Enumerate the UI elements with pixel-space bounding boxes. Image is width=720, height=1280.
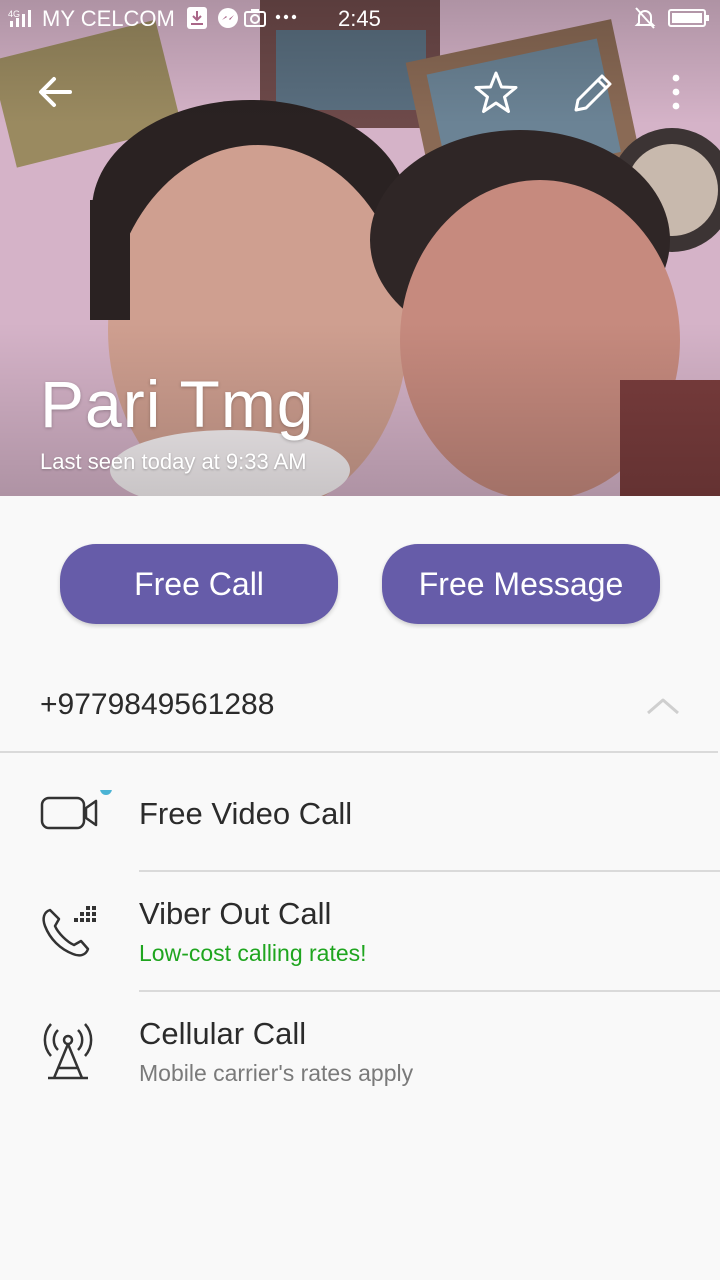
download-icon <box>186 6 208 36</box>
video-camera-icon <box>40 783 112 843</box>
star-icon <box>474 71 518 113</box>
contact-name: Pari Tmg <box>40 367 315 441</box>
silent-bell-icon <box>634 6 656 36</box>
status-bar: 4G MY CELCOM 2:45 <box>0 0 720 38</box>
edit-contact-button[interactable] <box>568 70 616 121</box>
viber-out-phone-icon <box>40 904 100 965</box>
option-subtitle: Low-cost calling rates! <box>139 940 367 966</box>
camera-icon <box>244 6 266 34</box>
cellular-call-option[interactable]: Cellular Call Mobile carrier's rates app… <box>0 992 720 1110</box>
cell-tower-icon <box>40 1022 100 1087</box>
free-call-button[interactable]: Free Call <box>60 544 338 624</box>
back-button[interactable] <box>36 70 76 119</box>
new-badge-dot <box>100 783 112 795</box>
network-type: 4G <box>8 9 20 19</box>
viber-out-call-option[interactable]: Viber Out Call Low-cost calling rates! <box>0 872 720 990</box>
overflow-menu-icon <box>672 74 680 110</box>
more-dots-icon <box>274 6 298 34</box>
free-message-button[interactable]: Free Message <box>382 544 660 624</box>
last-seen-status: Last seen today at 9:33 AM <box>40 449 307 474</box>
battery-icon <box>668 6 710 36</box>
pencil-icon <box>574 74 612 112</box>
overflow-menu-button[interactable] <box>664 70 688 119</box>
phone-number: +9779849561288 <box>40 688 275 721</box>
option-title: Cellular Call <box>139 1016 307 1051</box>
option-title: Viber Out Call <box>139 896 332 931</box>
free-video-call-option[interactable]: Free Video Call <box>0 752 720 870</box>
signal-icon: 4G <box>8 8 38 34</box>
carrier-name: MY CELCOM <box>42 6 175 31</box>
phone-number-row[interactable]: +9779849561288 <box>0 660 720 750</box>
option-title: Free Video Call <box>139 796 353 831</box>
chevron-up-icon[interactable] <box>646 696 680 721</box>
favorite-button[interactable] <box>472 70 520 121</box>
contact-photo-header: 4G MY CELCOM 2:45 Pari Tmg Last seen tod… <box>0 0 720 496</box>
back-arrow-icon <box>39 77 72 107</box>
option-subtitle: Mobile carrier's rates apply <box>139 1060 414 1086</box>
clock: 2:45 <box>338 6 381 31</box>
messenger-icon <box>216 6 240 36</box>
